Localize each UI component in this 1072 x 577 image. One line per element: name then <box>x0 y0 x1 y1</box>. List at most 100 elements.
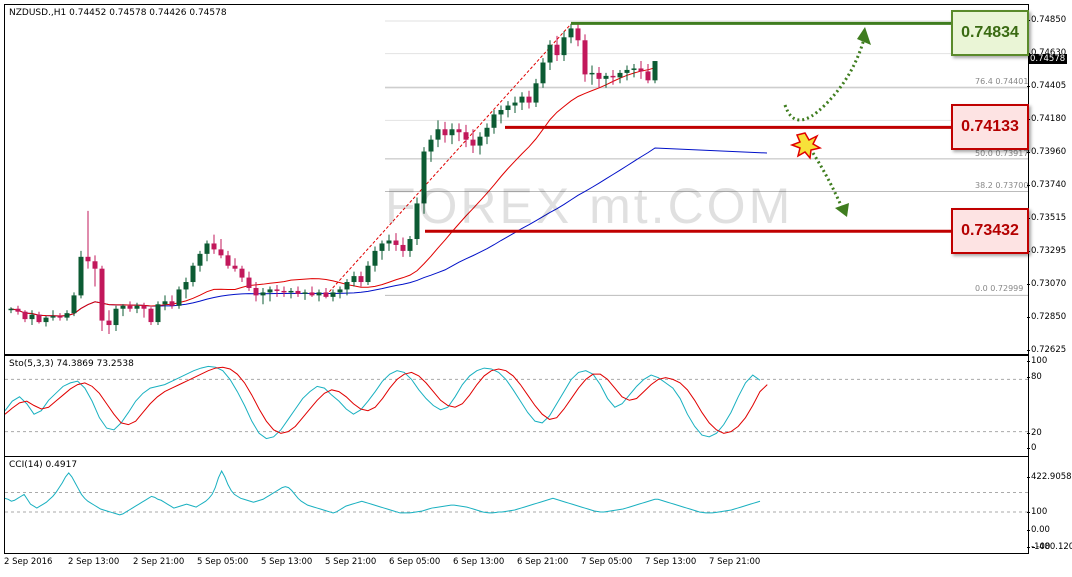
candle-body <box>631 68 637 70</box>
time-tick: 5 Sep 13:00 <box>261 557 313 567</box>
stochastic-canvas[interactable] <box>5 356 1028 456</box>
candle-body <box>484 127 490 137</box>
candle-body <box>442 129 448 136</box>
stochastic-axis: 100 80 20 0 <box>1026 355 1072 455</box>
candle-body <box>561 37 567 56</box>
candle-body <box>393 240 399 245</box>
cci-canvas[interactable] <box>5 457 1028 553</box>
candle-body <box>225 255 231 266</box>
fib-label-38: 38.2 0.73700 <box>975 181 1029 190</box>
time-tick: 7 Sep 05:00 <box>581 557 633 567</box>
candle-body <box>358 276 364 283</box>
level-label-0.74133[interactable]: 0.74133 <box>951 104 1029 150</box>
time-tick: 5 Sep 21:00 <box>325 557 377 567</box>
price-tick: 0.74180 <box>1026 114 1067 124</box>
candle-body <box>92 261 98 269</box>
candle-body <box>85 256 91 262</box>
cci-label: CCI(14) 0.4917 <box>9 460 78 470</box>
candle-body <box>239 268 245 278</box>
candle-body <box>652 61 658 81</box>
time-tick: 6 Sep 13:00 <box>453 557 505 567</box>
stoch-tick: 20 <box>1027 428 1042 438</box>
price-tick: 0.74405 <box>1026 81 1067 91</box>
candle-body <box>281 290 287 293</box>
time-tick: 2 Sep 2016 <box>4 557 53 567</box>
candle-body <box>505 105 511 110</box>
candle-body <box>645 71 651 81</box>
fib-label-76: 76.4 0.74401 <box>975 77 1029 86</box>
cci-tick: 422.9058 <box>1027 472 1072 482</box>
candle-body <box>435 129 441 140</box>
candle-body <box>491 114 497 128</box>
candle-body <box>624 69 630 73</box>
candle-body <box>365 265 371 283</box>
candle-body <box>351 276 357 283</box>
candle-body <box>295 290 301 294</box>
candle-body <box>302 292 308 294</box>
price-tick: 0.73295 <box>1026 246 1067 256</box>
candle-body <box>498 109 504 115</box>
candle-body <box>316 292 322 296</box>
stochastic-label: Sto(5,3,3) 74.3869 73.2538 <box>9 359 134 369</box>
arrow-down-path <box>811 152 845 211</box>
time-tick: 2 Sep 21:00 <box>133 557 185 567</box>
price-chart-pane[interactable]: FOREX mt.COM NZDUSD.,H1 0.74452 0.74578 … <box>4 4 1029 355</box>
candle-body <box>337 289 343 293</box>
candle-body <box>519 96 525 103</box>
price-tick: 0.72850 <box>1026 312 1067 322</box>
price-tick: 0.72625 <box>1026 345 1067 355</box>
time-tick: 2 Sep 13:00 <box>68 557 120 567</box>
time-tick: 7 Sep 13:00 <box>645 557 697 567</box>
cci-pane[interactable]: CCI(14) 0.4917 <box>4 456 1029 554</box>
candle-body <box>15 308 21 312</box>
candle-body <box>50 316 56 318</box>
candle-body <box>8 308 14 311</box>
explosion-icon <box>789 132 823 160</box>
candle-body <box>477 136 483 146</box>
candle-body <box>456 129 462 133</box>
candle-body <box>274 289 280 291</box>
stoch-tick: 0 <box>1026 443 1037 453</box>
candle-body <box>190 265 196 283</box>
symbol-info-label: NZDUSD.,H1 0.74452 0.74578 0.74426 0.745… <box>9 8 227 18</box>
arrow-up-path <box>783 34 867 122</box>
fib-trendline <box>325 23 572 296</box>
candle-body <box>400 244 406 251</box>
candle-body <box>407 239 413 251</box>
time-tick: 5 Sep 05:00 <box>197 557 249 567</box>
candle-body <box>141 305 147 309</box>
level-label-0.73432[interactable]: 0.73432 <box>951 208 1029 254</box>
candle-body <box>372 250 378 266</box>
candle-body <box>246 277 252 288</box>
candle-body <box>162 301 168 305</box>
candle-body <box>589 72 595 75</box>
cci-tick: 100 <box>1026 507 1048 517</box>
cci-axis: 422.9058 100 0.00 -100 -480.1203 <box>1026 456 1072 552</box>
candle-body <box>169 301 175 306</box>
candle-body <box>267 289 273 293</box>
candle-body <box>575 28 581 41</box>
candle-body <box>22 311 28 320</box>
candle-body <box>582 40 588 75</box>
candle-body <box>197 253 203 266</box>
candle-body <box>127 305 133 309</box>
candle-body <box>449 129 455 136</box>
candle-body <box>218 249 224 256</box>
candle-body <box>428 139 434 152</box>
price-tick: 0.73070 <box>1026 279 1067 289</box>
candle-body <box>330 292 336 297</box>
candle-body <box>204 243 210 254</box>
candle-body <box>106 320 112 326</box>
level-label-0.74834[interactable]: 0.74834 <box>951 10 1029 56</box>
fib-label-0: 0.0 0.72999 <box>975 284 1024 293</box>
candle-body <box>253 287 259 296</box>
candle-body <box>610 75 616 78</box>
cci-tick: 0.00 <box>1027 525 1050 535</box>
stoch-tick: 100 <box>1026 356 1048 366</box>
candle-body <box>64 313 70 318</box>
stochastic-pane[interactable]: Sto(5,3,3) 74.3869 73.2538 <box>4 355 1029 457</box>
candle-body <box>596 72 602 79</box>
price-tick: 0.73515 <box>1026 213 1067 223</box>
candle-body <box>638 68 644 72</box>
candle-body <box>120 305 126 309</box>
